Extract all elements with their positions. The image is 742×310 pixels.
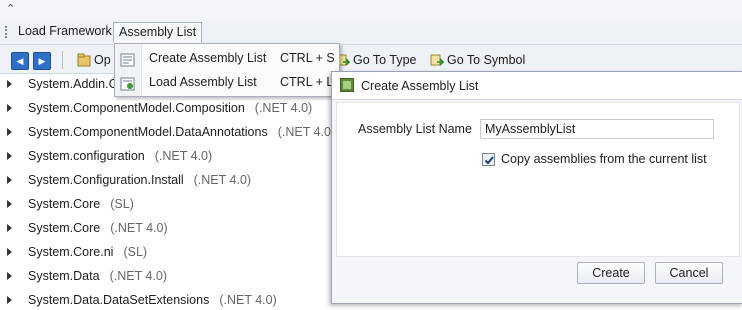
create-button[interactable]: Create	[577, 262, 645, 284]
goto-symbol-button[interactable]: Go To Symbol	[430, 51, 525, 69]
assembly-list-name-input[interactable]	[480, 119, 714, 139]
assembly-list-dropdown: Create Assembly List CTRL + S Load Assem…	[114, 43, 340, 97]
dialog-title: Create Assembly List	[361, 79, 479, 93]
load-list-shortcut: CTRL + L	[280, 75, 334, 89]
load-list-label: Load Assembly List	[149, 75, 257, 89]
menu-grip-icon	[5, 26, 9, 38]
framework-tag: (.NET 4.0)	[154, 149, 213, 163]
expand-arrow-icon[interactable]	[7, 200, 12, 208]
expand-arrow-icon[interactable]	[7, 104, 12, 112]
assembly-name: System.ComponentModel.Composition	[28, 101, 245, 115]
menu-assembly-list[interactable]: Assembly List	[113, 22, 203, 43]
dialog-body: Assembly List Name Copy assemblies from …	[336, 102, 740, 257]
load-list-icon	[120, 75, 135, 91]
open-label: Op	[94, 53, 111, 67]
assembly-name: System.Configuration.Install	[28, 173, 184, 187]
back-button[interactable]: ◀	[11, 52, 29, 70]
back-arrow-icon: ◀	[16, 56, 24, 66]
expand-arrow-icon[interactable]	[7, 248, 12, 256]
cancel-button[interactable]: Cancel	[655, 262, 723, 284]
goto-type-button[interactable]: Go To Type	[336, 51, 416, 69]
menu-create-assembly-list[interactable]: Create Assembly List CTRL + S	[115, 46, 339, 70]
assembly-name: System.Data	[28, 269, 100, 283]
framework-tag: (.NET 4.0)	[109, 269, 167, 283]
toolbar-separator	[62, 51, 63, 69]
forward-arrow-icon: ▶	[38, 56, 46, 66]
open-button[interactable]: Op	[77, 51, 111, 69]
framework-tag: (SL)	[110, 197, 134, 211]
assembly-name: System.ComponentModel.DataAnnotations	[28, 125, 268, 139]
assembly-name: System.Core.ni	[28, 245, 114, 259]
expand-arrow-icon[interactable]	[7, 224, 12, 232]
copy-assemblies-checkbox[interactable]	[482, 153, 495, 166]
expand-arrow-icon[interactable]	[7, 80, 12, 88]
menu-bar: Load Framework Assembly List	[0, 20, 742, 45]
toolbar: ◀ ▶ Op Go To Type Go To Symbol	[0, 45, 742, 74]
goto-type-label: Go To Type	[353, 53, 417, 67]
framework-tag: (.NET 4.0)	[219, 293, 277, 307]
assembly-list-name-label: Assembly List Name	[358, 122, 472, 136]
expand-arrow-icon[interactable]	[7, 128, 12, 136]
goto-symbol-label: Go To Symbol	[447, 53, 526, 67]
assembly-name: System.Addin.Co	[28, 77, 125, 91]
assembly-name: System.configuration	[28, 149, 145, 163]
framework-tag: (.NET 4.0)	[277, 125, 336, 139]
menu-load-assembly-list[interactable]: Load Assembly List CTRL + L	[115, 70, 339, 94]
top-strip: ⌃	[0, 0, 742, 20]
expand-arrow-icon[interactable]	[7, 176, 12, 184]
goto-symbol-icon	[430, 53, 445, 67]
framework-tag: (SL)	[123, 245, 148, 259]
dialog-title-bar: Create Assembly List	[332, 72, 742, 100]
dialog-app-icon	[340, 78, 354, 92]
assembly-name: System.Core	[28, 221, 101, 235]
collapse-caret-icon[interactable]: ⌃	[6, 2, 15, 15]
create-assembly-list-dialog: Create Assembly List Assembly List Name …	[331, 71, 742, 304]
open-icon	[77, 53, 91, 67]
assembly-name: System.Core	[28, 197, 101, 211]
checkmark-icon	[484, 156, 494, 165]
framework-tag: (.NET 4.0)	[254, 101, 313, 115]
create-list-label: Create Assembly List	[149, 51, 267, 65]
create-list-icon	[120, 51, 135, 67]
framework-tag: (.NET 4.0)	[193, 173, 252, 187]
expand-arrow-icon[interactable]	[7, 272, 12, 280]
expand-arrow-icon[interactable]	[7, 296, 12, 304]
copy-assemblies-label: Copy assemblies from the current list	[501, 152, 707, 166]
assembly-name: System.Data.DataSetExtensions	[28, 293, 210, 307]
forward-button[interactable]: ▶	[33, 52, 51, 70]
framework-tag: (.NET 4.0)	[110, 221, 168, 235]
expand-arrow-icon[interactable]	[7, 152, 12, 160]
create-list-shortcut: CTRL + S	[280, 51, 335, 65]
menu-load-framework[interactable]: Load Framework	[13, 22, 117, 41]
